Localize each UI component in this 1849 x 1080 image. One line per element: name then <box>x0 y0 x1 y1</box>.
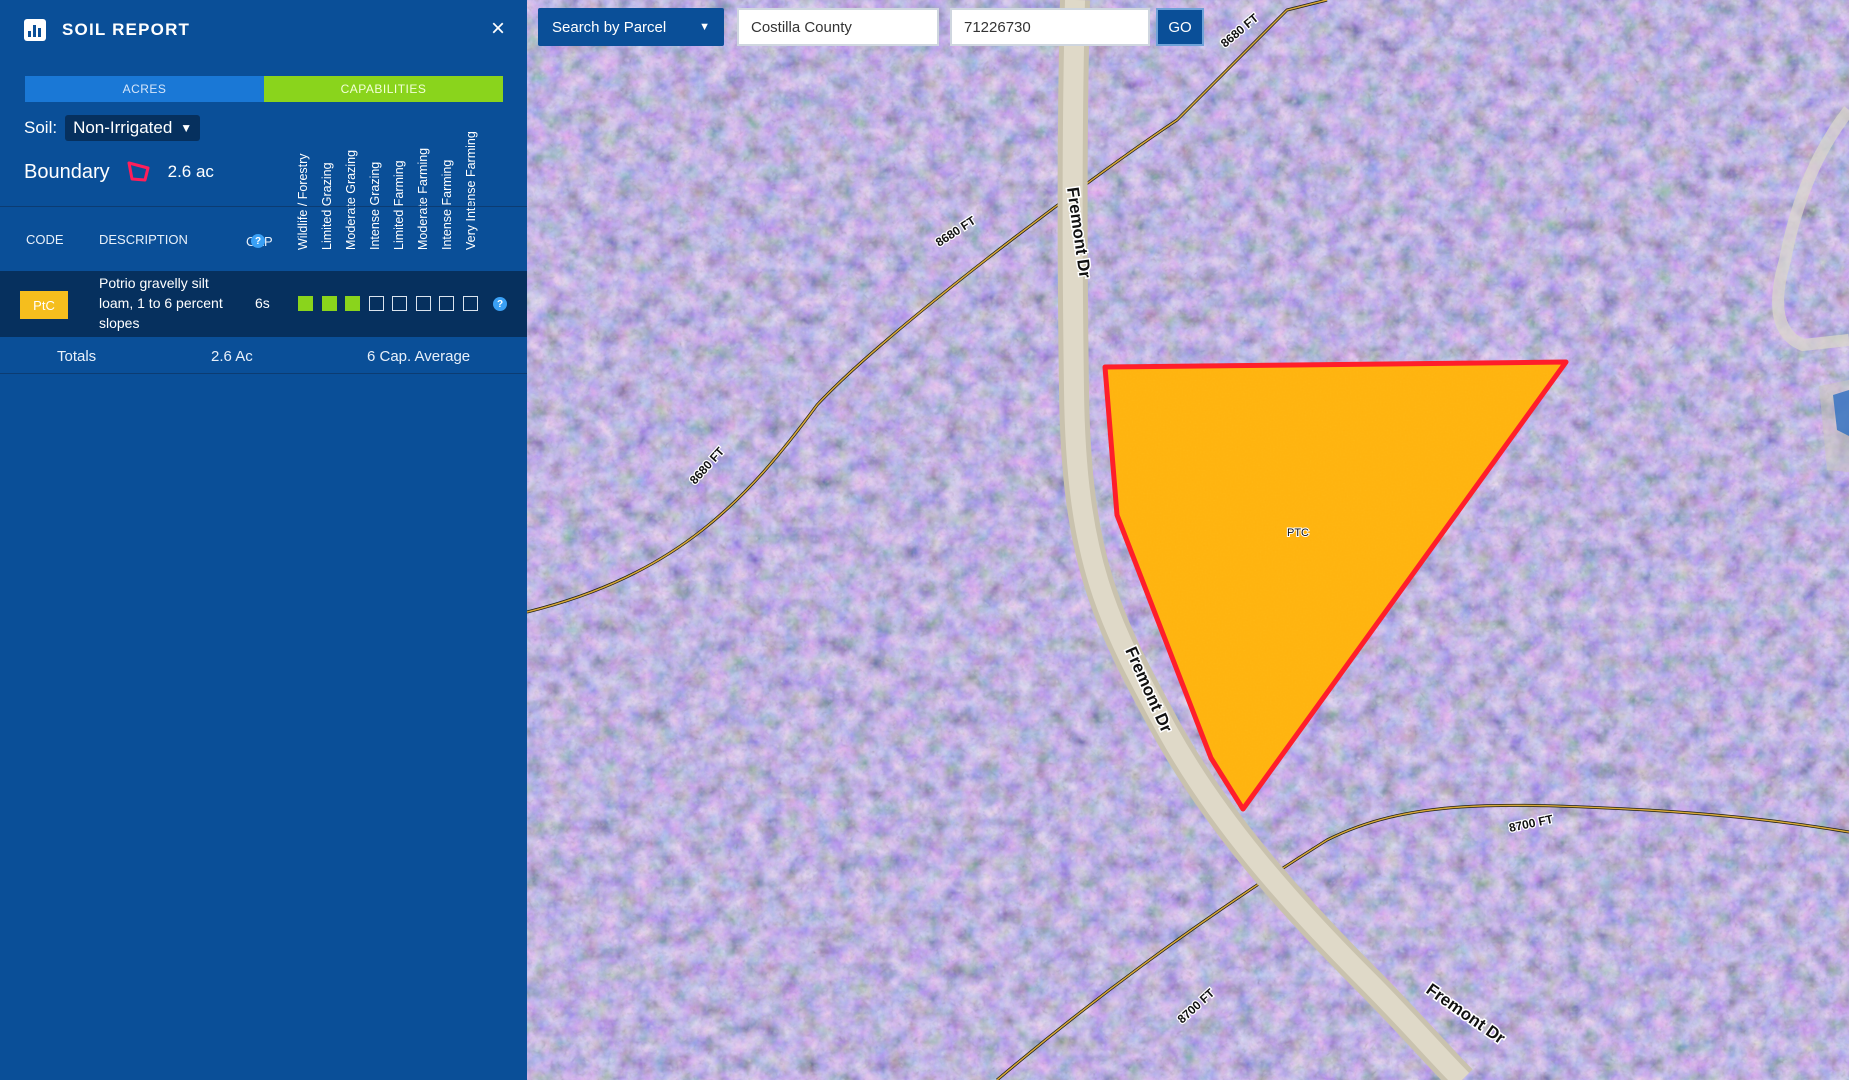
soil-label: Soil: <box>24 118 58 137</box>
capability-box <box>298 296 313 311</box>
map-view[interactable]: Fremont Dr Fremont Dr Fremont Dr 8680 FT… <box>527 0 1849 1080</box>
satellite-imagery: Fremont Dr Fremont Dr Fremont Dr 8680 FT… <box>527 0 1849 1080</box>
capability-header: Limited Farming <box>392 110 408 250</box>
boundary-row: Boundary 2.6 ac <box>24 160 214 184</box>
capability-box <box>321 296 337 311</box>
boundary-polygon-icon <box>127 161 150 182</box>
panel-title: SOIL REPORT <box>62 20 191 39</box>
county-input[interactable] <box>737 8 939 46</box>
soil-code-badge: PtC <box>20 291 68 319</box>
report-tabs: ACRES CAPABILITIES <box>25 76 503 102</box>
help-icon[interactable]: ? <box>251 234 265 248</box>
totals-row: Totals 2.6 Ac 6 Cap. Average <box>0 338 527 374</box>
soil-type-row: Soil: Non-Irrigated ▼ <box>24 115 201 141</box>
soil-type-value: Non-Irrigated <box>73 118 173 137</box>
totals-acres: 2.6 Ac <box>211 348 253 365</box>
table-row[interactable]: PtC Potrio gravelly silt loam, 1 to 6 pe… <box>0 271 527 337</box>
capability-box <box>392 296 407 311</box>
soil-description: Potrio gravelly silt loam, 1 to 6 percen… <box>99 275 223 331</box>
boundary-label: Boundary <box>24 160 110 183</box>
tab-capabilities[interactable]: CAPABILITIES <box>264 76 503 102</box>
soil-type-select[interactable]: Non-Irrigated ▼ <box>65 115 201 141</box>
close-button[interactable]: × <box>491 17 505 41</box>
panel-header: SOIL REPORT × <box>0 0 527 60</box>
search-type-value: Search by Parcel <box>552 18 667 36</box>
capability-box <box>415 296 431 311</box>
capability-box <box>345 296 360 311</box>
search-type-dropdown[interactable]: Search by Parcel ▼ <box>538 8 724 46</box>
capability-header: Intense Grazing <box>368 161 382 250</box>
totals-label: Totals <box>57 348 97 365</box>
capability-box <box>368 296 384 311</box>
capability-header: Intense Farming <box>440 159 454 250</box>
chevron-down-icon: ▼ <box>180 121 193 135</box>
divider <box>0 206 527 207</box>
tab-acres[interactable]: ACRES <box>25 76 264 102</box>
totals-cap-average: 6 Cap. Average <box>367 348 471 365</box>
parcel-soil-label: PTC <box>1287 527 1309 539</box>
capability-header: Very Intense Farming <box>464 131 478 250</box>
column-code: CODE <box>26 232 64 247</box>
soil-report-panel: SOIL REPORT × ACRES CAPABILITIES Soil: N… <box>0 0 527 1080</box>
soil-capability-class: 6s <box>255 295 270 311</box>
capability-headers: Wildlife / Forestry Limited Grazing Mode… <box>296 110 496 250</box>
column-description: DESCRIPTION <box>99 232 188 247</box>
capability-header: Limited Grazing <box>320 162 334 250</box>
chevron-down-icon: ▼ <box>699 21 710 33</box>
help-icon[interactable]: ? <box>493 297 507 311</box>
capability-header: Wildlife / Forestry <box>296 153 310 250</box>
parcel-number-input[interactable] <box>950 8 1150 46</box>
capability-header: Moderate Farming <box>416 147 430 250</box>
table-header: CODE DESCRIPTION CAP? <box>0 230 527 250</box>
go-button[interactable]: GO <box>1156 8 1204 46</box>
boundary-acreage: 2.6 ac <box>167 162 214 181</box>
capability-box <box>462 296 478 311</box>
capability-header: Moderate Grazing <box>344 149 358 250</box>
bar-chart-icon <box>24 19 46 41</box>
capability-box <box>439 296 454 311</box>
